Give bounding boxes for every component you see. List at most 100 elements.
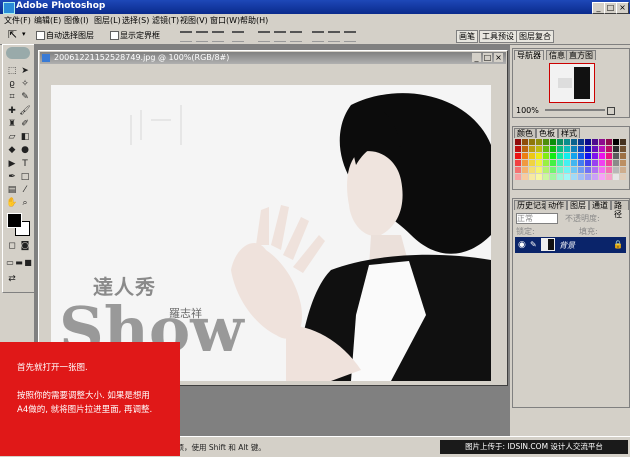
color-swatch[interactable]: [550, 167, 556, 173]
color-swatch[interactable]: [592, 139, 598, 145]
color-swatch[interactable]: [550, 146, 556, 152]
clone-stamp-tool-icon[interactable]: ♜: [6, 118, 18, 130]
color-swatch[interactable]: [613, 153, 619, 159]
distribute-right-icon[interactable]: [344, 31, 356, 42]
color-swatch[interactable]: [564, 160, 570, 166]
menu-window[interactable]: 窗口(W): [210, 15, 240, 26]
distribute-bottom-icon[interactable]: [290, 31, 302, 42]
color-swatch[interactable]: [543, 160, 549, 166]
menu-view[interactable]: 视图(V): [180, 15, 208, 26]
color-swatch[interactable]: [550, 174, 556, 180]
color-swatch[interactable]: [613, 174, 619, 180]
color-swatch[interactable]: [578, 160, 584, 166]
color-swatch[interactable]: [613, 160, 619, 166]
color-swatch[interactable]: [578, 153, 584, 159]
menu-image[interactable]: 图像(I): [64, 15, 89, 26]
menu-help[interactable]: 帮助(H): [240, 15, 268, 26]
magic-wand-tool-icon[interactable]: ✧: [19, 78, 31, 90]
doc-close-button[interactable]: ×: [494, 53, 503, 62]
color-swatch[interactable]: [599, 146, 605, 152]
distribute-left-icon[interactable]: [312, 31, 324, 42]
color-swatch[interactable]: [592, 146, 598, 152]
color-swatch[interactable]: [592, 167, 598, 173]
distribute-top-icon[interactable]: [258, 31, 270, 42]
color-swatch[interactable]: [557, 167, 563, 173]
move-tool-icon[interactable]: ⇱: [8, 28, 17, 41]
pen-tool-icon[interactable]: ✒: [6, 171, 18, 183]
color-swatch[interactable]: [529, 139, 535, 145]
color-swatch[interactable]: [606, 160, 612, 166]
tab-styles[interactable]: 样式: [558, 128, 580, 138]
color-swatch[interactable]: [515, 153, 521, 159]
color-swatch[interactable]: [557, 160, 563, 166]
color-swatch[interactable]: [613, 139, 619, 145]
layer-row-background[interactable]: ◉ ✎ 背景 🔒: [515, 237, 626, 253]
color-swatch[interactable]: [536, 146, 542, 152]
marquee-tool-icon[interactable]: ⬚: [6, 65, 18, 77]
color-swatch[interactable]: [620, 146, 626, 152]
hand-tool-icon[interactable]: ✋: [6, 197, 18, 209]
distribute-center-icon[interactable]: [328, 31, 340, 42]
notes-tool-icon[interactable]: ▤: [6, 184, 18, 196]
brush-tool-icon[interactable]: 🖌: [19, 105, 31, 117]
color-swatch[interactable]: [606, 146, 612, 152]
menu-layer[interactable]: 图层(L): [94, 15, 121, 26]
color-swatch[interactable]: [522, 139, 528, 145]
color-swatch[interactable]: [557, 139, 563, 145]
color-swatch[interactable]: [613, 146, 619, 152]
color-swatch[interactable]: [515, 146, 521, 152]
color-swatch[interactable]: [571, 153, 577, 159]
color-swatch[interactable]: [564, 174, 570, 180]
color-swatch[interactable]: [606, 139, 612, 145]
color-swatch[interactable]: [620, 160, 626, 166]
menu-select[interactable]: 选择(S): [122, 15, 149, 26]
color-swatch[interactable]: [515, 139, 521, 145]
healing-brush-tool-icon[interactable]: ✚: [6, 105, 18, 117]
color-swatch[interactable]: [606, 174, 612, 180]
eyedropper-tool-icon[interactable]: ⁄: [19, 184, 31, 196]
color-swatch[interactable]: [585, 153, 591, 159]
chevron-down-icon[interactable]: ▾: [22, 30, 26, 38]
auto-select-layer-checkbox[interactable]: [36, 31, 45, 40]
move-tool-icon[interactable]: ➤: [19, 65, 31, 77]
color-swatch[interactable]: [585, 167, 591, 173]
menu-edit[interactable]: 编辑(E): [34, 15, 61, 26]
tab-swatches[interactable]: 色板: [536, 128, 558, 138]
color-swatch[interactable]: [550, 153, 556, 159]
menu-file[interactable]: 文件(F): [4, 15, 31, 26]
align-middle-icon[interactable]: [196, 31, 208, 42]
color-swatch[interactable]: [578, 146, 584, 152]
color-swatch[interactable]: [564, 167, 570, 173]
color-swatch[interactable]: [529, 153, 535, 159]
color-swatch[interactable]: [543, 153, 549, 159]
zoom-in-icon[interactable]: [607, 107, 615, 115]
color-swatch[interactable]: [515, 167, 521, 173]
color-swatch[interactable]: [536, 167, 542, 173]
color-swatch[interactable]: [620, 174, 626, 180]
color-swatch[interactable]: [592, 174, 598, 180]
tab-layers[interactable]: 图层: [567, 200, 589, 210]
color-swatch[interactable]: [585, 160, 591, 166]
color-swatch[interactable]: [536, 174, 542, 180]
color-swatch[interactable]: [522, 146, 528, 152]
color-swatch[interactable]: [585, 146, 591, 152]
zoom-tool-icon[interactable]: ⌕: [19, 197, 31, 209]
tab-actions[interactable]: 动作: [545, 200, 567, 210]
color-swatch[interactable]: [585, 174, 591, 180]
color-swatch[interactable]: [599, 167, 605, 173]
color-swatch[interactable]: [592, 160, 598, 166]
color-swatch[interactable]: [536, 139, 542, 145]
tab-histogram[interactable]: 直方图: [566, 50, 596, 60]
color-swatch[interactable]: [557, 146, 563, 152]
color-swatch[interactable]: [599, 160, 605, 166]
color-swatch[interactable]: [606, 153, 612, 159]
path-selection-tool-icon[interactable]: ▶: [6, 158, 18, 170]
color-swatch[interactable]: [599, 139, 605, 145]
color-swatch[interactable]: [529, 160, 535, 166]
tab-info[interactable]: 信息: [546, 50, 568, 60]
tab-layer-comps[interactable]: 图层复合: [516, 30, 554, 43]
color-swatch[interactable]: [564, 139, 570, 145]
align-bottom-icon[interactable]: [212, 31, 224, 42]
jump-to-imageready-icon[interactable]: ⇄: [6, 273, 18, 285]
color-swatch[interactable]: [564, 153, 570, 159]
